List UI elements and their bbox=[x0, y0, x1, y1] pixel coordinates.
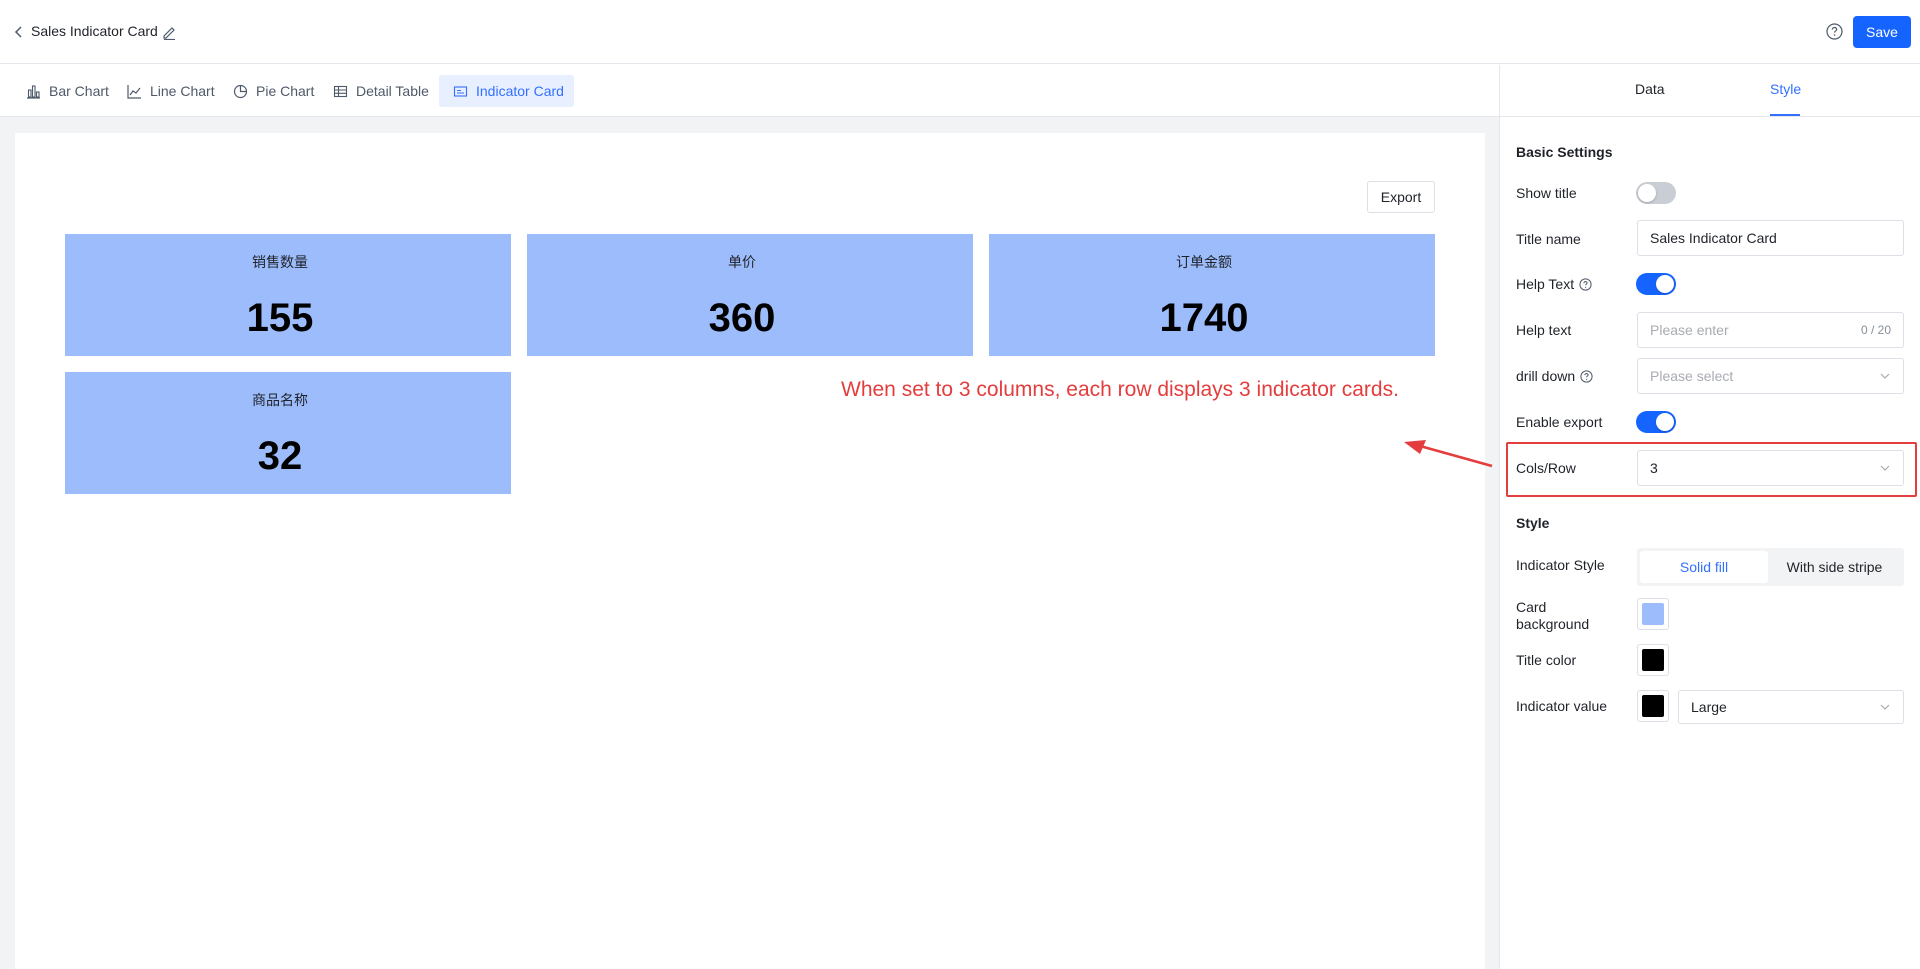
export-button[interactable]: Export bbox=[1367, 181, 1435, 213]
bar-chart-icon bbox=[26, 84, 41, 99]
indicator-card-title: 商品名称 bbox=[252, 393, 308, 409]
title-name-label: Title name bbox=[1516, 231, 1581, 247]
indicator-value-color-picker[interactable] bbox=[1637, 690, 1669, 722]
indicator-card-value: 360 bbox=[708, 296, 776, 340]
tab-bar-chart[interactable]: Bar Chart bbox=[12, 75, 119, 107]
tab-label: Line Chart bbox=[150, 83, 215, 99]
tab-label: Pie Chart bbox=[256, 83, 315, 99]
indicator-card-title: 销售数量 bbox=[252, 255, 308, 271]
drill-down-placeholder: Please select bbox=[1650, 368, 1734, 384]
card-background-label: Card background bbox=[1516, 599, 1616, 633]
panel-tabs-divider bbox=[1500, 116, 1920, 117]
chevron-down-icon bbox=[1879, 462, 1891, 474]
save-button[interactable]: Save bbox=[1853, 16, 1911, 48]
line-chart-icon bbox=[127, 84, 142, 99]
back-chevron-icon[interactable] bbox=[12, 24, 26, 40]
help-text-label: Help text bbox=[1516, 322, 1571, 338]
indicator-card-title: 订单金额 bbox=[1176, 255, 1232, 271]
pie-chart-icon bbox=[233, 84, 248, 99]
help-text-toggle-text: Help Text bbox=[1516, 276, 1575, 292]
indicator-card: 单价 360 bbox=[527, 234, 973, 356]
tab-label: Bar Chart bbox=[49, 83, 109, 99]
switch-knob bbox=[1656, 275, 1674, 293]
title-name-text: Title name bbox=[1516, 231, 1581, 247]
annotation-text: When set to 3 columns, each row displays… bbox=[841, 378, 1399, 401]
cols-row-label: Cols/Row bbox=[1516, 460, 1576, 476]
tab-label: Indicator Card bbox=[476, 83, 564, 99]
show-title-label: Show title bbox=[1516, 185, 1577, 201]
help-icon[interactable] bbox=[1826, 23, 1843, 40]
switch-knob bbox=[1638, 184, 1656, 202]
indicator-value-size: Large bbox=[1691, 699, 1727, 715]
indicator-value-text: Indicator value bbox=[1516, 698, 1608, 714]
show-title-text: Show title bbox=[1516, 185, 1577, 201]
switch-knob bbox=[1656, 413, 1674, 431]
title-color-picker[interactable] bbox=[1637, 644, 1669, 676]
tab-data[interactable]: Data bbox=[1635, 81, 1665, 97]
indicator-value-size-select[interactable]: Large bbox=[1678, 690, 1904, 724]
indicator-card-title: 单价 bbox=[728, 255, 756, 271]
cols-row-value: 3 bbox=[1650, 460, 1658, 476]
table-icon bbox=[333, 84, 348, 99]
help-text-text: Help text bbox=[1516, 322, 1572, 338]
title-name-input[interactable] bbox=[1650, 230, 1891, 246]
indicator-card: 订单金额 1740 bbox=[989, 234, 1435, 356]
char-counter: 0 / 20 bbox=[1860, 323, 1891, 337]
card-background-text: Card background bbox=[1516, 599, 1590, 632]
question-mark-icon[interactable] bbox=[1580, 369, 1593, 383]
color-swatch bbox=[1642, 649, 1664, 671]
side-stripe-option[interactable]: With side stripe bbox=[1768, 551, 1901, 583]
solid-fill-option[interactable]: Solid fill bbox=[1640, 551, 1768, 583]
drill-down-text: drill down bbox=[1516, 368, 1576, 384]
show-title-switch[interactable] bbox=[1636, 182, 1676, 204]
indicator-card-value: 32 bbox=[257, 434, 303, 478]
cols-row-text: Cols/Row bbox=[1516, 460, 1576, 476]
question-mark-icon[interactable] bbox=[1579, 277, 1592, 291]
title-color-label: Title color bbox=[1516, 652, 1576, 668]
chevron-down-icon bbox=[1879, 370, 1891, 382]
tab-indicator-card[interactable]: Indicator Card bbox=[439, 75, 574, 107]
tab-detail-table[interactable]: Detail Table bbox=[319, 75, 439, 107]
basic-settings-heading: Basic Settings bbox=[1516, 144, 1613, 160]
page-title: Sales Indicator Card bbox=[31, 23, 158, 39]
enable-export-text: Enable export bbox=[1516, 414, 1603, 430]
help-text-field[interactable]: 0 / 20 bbox=[1637, 312, 1904, 348]
color-swatch bbox=[1642, 695, 1664, 717]
enable-export-switch[interactable] bbox=[1636, 411, 1676, 433]
style-heading: Style bbox=[1516, 515, 1550, 531]
title-name-field[interactable] bbox=[1637, 220, 1904, 256]
indicator-style-label: Indicator Style bbox=[1516, 557, 1605, 573]
tab-label: Detail Table bbox=[356, 83, 429, 99]
tab-pie-chart[interactable]: Pie Chart bbox=[219, 75, 324, 107]
top-bar: Sales Indicator Card Save bbox=[0, 0, 1920, 64]
indicator-card-value: 155 bbox=[246, 296, 314, 340]
enable-export-label: Enable export bbox=[1516, 414, 1602, 430]
edit-pencil-icon[interactable] bbox=[161, 24, 177, 40]
color-swatch bbox=[1642, 603, 1664, 625]
annotation-arrow-icon bbox=[1404, 440, 1493, 468]
indicator-card: 商品名称 32 bbox=[65, 372, 511, 494]
chart-type-tabs: Bar Chart Line Chart Pie Chart Detail Ta… bbox=[0, 65, 1499, 117]
chevron-down-icon bbox=[1879, 701, 1891, 713]
indicator-card-icon bbox=[453, 84, 468, 99]
indicator-card: 销售数量 155 bbox=[65, 234, 511, 356]
indicator-card-value: 1740 bbox=[1159, 296, 1249, 340]
indicator-style-text: Indicator Style bbox=[1516, 557, 1605, 573]
help-text-toggle-label: Help Text bbox=[1516, 276, 1592, 292]
tab-line-chart[interactable]: Line Chart bbox=[113, 75, 225, 107]
cols-row-select[interactable]: 3 bbox=[1637, 450, 1904, 486]
settings-panel: Data Style Basic Settings Show title Tit… bbox=[1499, 65, 1920, 969]
help-text-switch[interactable] bbox=[1636, 273, 1676, 295]
indicator-style-segmented: Solid fill With side stripe bbox=[1637, 548, 1904, 586]
indicator-value-label: Indicator value bbox=[1516, 698, 1607, 714]
help-text-input[interactable] bbox=[1650, 322, 1853, 338]
drill-down-label: drill down bbox=[1516, 368, 1593, 384]
drill-down-select[interactable]: Please select bbox=[1637, 358, 1904, 394]
title-color-text: Title color bbox=[1516, 652, 1577, 668]
card-background-color-picker[interactable] bbox=[1637, 598, 1669, 630]
tab-style[interactable]: Style bbox=[1770, 81, 1801, 97]
